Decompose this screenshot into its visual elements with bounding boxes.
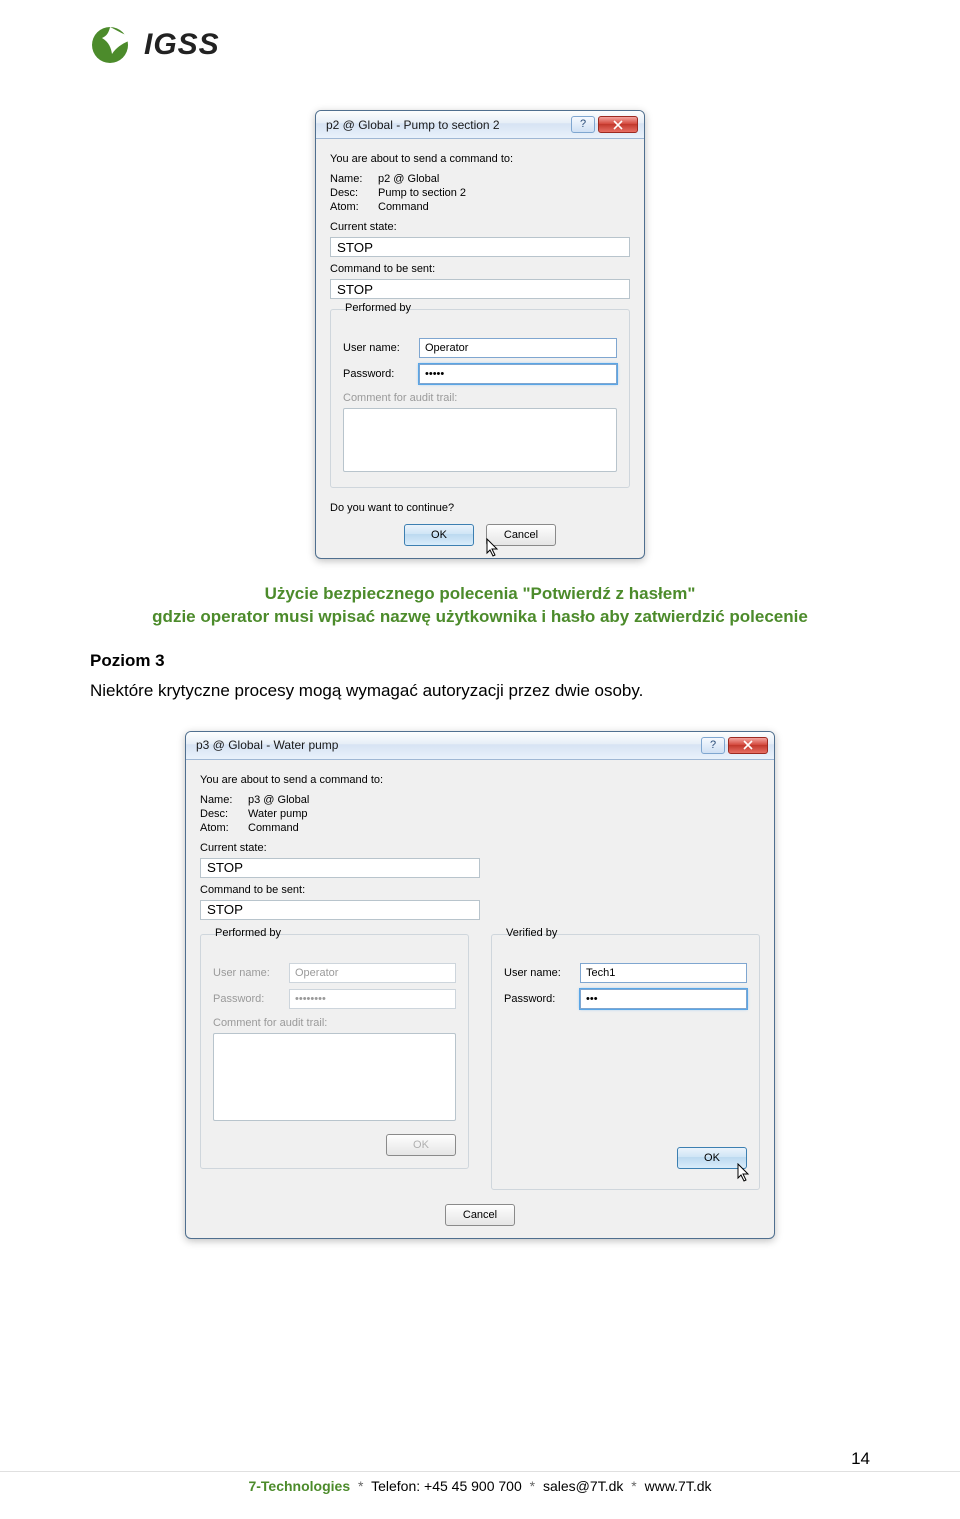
verified-password-input[interactable] [580,989,747,1009]
section-heading: Poziom 3 [90,651,870,671]
desc-label: Desc: [330,187,378,199]
window-title: p3 @ Global - Water pump [196,738,698,752]
command-field [200,900,480,920]
close-icon[interactable] [728,737,768,754]
footer-brand: 7-Technologies [248,1478,350,1494]
caption-line2: gdzie operator musi wpisać nazwę użytkow… [90,606,870,629]
performed-by-group: Performed by User name: Password: Commen… [330,309,630,488]
password-label: Password: [343,368,413,380]
password-label: Password: [213,993,283,1005]
performed-by-group: Performed by User name: Password: Commen… [200,934,469,1169]
ok-button[interactable]: OK [404,524,474,546]
footer-phone-label: Telefon: [371,1478,420,1494]
ok-left-button: OK [386,1134,456,1156]
window-title: p2 @ Global - Pump to section 2 [326,118,568,132]
command-label: Command to be sent: [330,263,630,275]
atom-label: Atom: [200,822,248,834]
username-input[interactable] [419,338,617,358]
atom-value: Command [378,201,630,213]
page-footer: 7-Technologies * Telefon: +45 45 900 700… [0,1471,960,1494]
continue-question: Do you want to continue? [330,502,630,514]
cursor-icon [486,538,502,559]
close-icon[interactable] [598,116,638,133]
help-icon[interactable]: ? [701,737,725,754]
username-label: User name: [343,342,413,354]
help-icon[interactable]: ? [571,116,595,133]
cancel-button[interactable]: Cancel [445,1204,515,1226]
desc-value: Pump to section 2 [378,187,630,199]
name-value: p3 @ Global [248,794,448,806]
current-state-field [200,858,480,878]
dialog-confirm-password: p2 @ Global - Pump to section 2 ? You ar… [315,110,645,559]
logo-text: IGSS [144,28,220,62]
comment-textarea [213,1033,456,1121]
name-label: Name: [200,794,248,806]
cursor-icon [737,1163,753,1185]
current-state-label: Current state: [330,221,630,233]
figure-caption: Użycie bezpiecznego polecenia "Potwierdź… [90,583,870,629]
command-field [330,279,630,299]
footer-email: sales@7T.dk [543,1478,623,1494]
password-input[interactable] [419,364,617,384]
desc-value: Water pump [248,808,448,820]
comment-label: Comment for audit trail: [213,1017,456,1029]
atom-label: Atom: [330,201,378,213]
titlebar[interactable]: p3 @ Global - Water pump ? [186,732,774,760]
performed-password-input [289,989,456,1009]
current-state-label: Current state: [200,842,760,854]
intro-text: You are about to send a command to: [330,153,630,165]
verified-password-label: Password: [504,993,574,1005]
footer-site: www.7T.dk [645,1478,712,1494]
comment-textarea[interactable] [343,408,617,472]
page-number: 14 [851,1449,870,1469]
logo-mark [90,20,140,70]
logo: IGSS [90,20,870,70]
current-state-field [330,237,630,257]
verified-by-group: Verified by User name: Password: OK [491,934,760,1190]
desc-label: Desc: [200,808,248,820]
body-text: Niektóre krytyczne procesy mogą wymagać … [90,681,870,701]
username-label: User name: [213,967,283,979]
command-label: Command to be sent: [200,884,760,896]
name-value: p2 @ Global [378,173,630,185]
name-label: Name: [330,173,378,185]
performed-username-input [289,963,456,983]
footer-phone: +45 45 900 700 [424,1478,522,1494]
titlebar[interactable]: p2 @ Global - Pump to section 2 ? [316,111,644,139]
dialog-two-person-auth: p3 @ Global - Water pump ? You are about… [185,731,775,1239]
comment-label: Comment for audit trail: [343,392,617,404]
caption-line1: Użycie bezpiecznego polecenia "Potwierdź… [90,583,870,606]
atom-value: Command [248,822,448,834]
verified-username-input[interactable] [580,963,747,983]
intro-text: You are about to send a command to: [200,774,760,786]
verified-username-label: User name: [504,967,574,979]
